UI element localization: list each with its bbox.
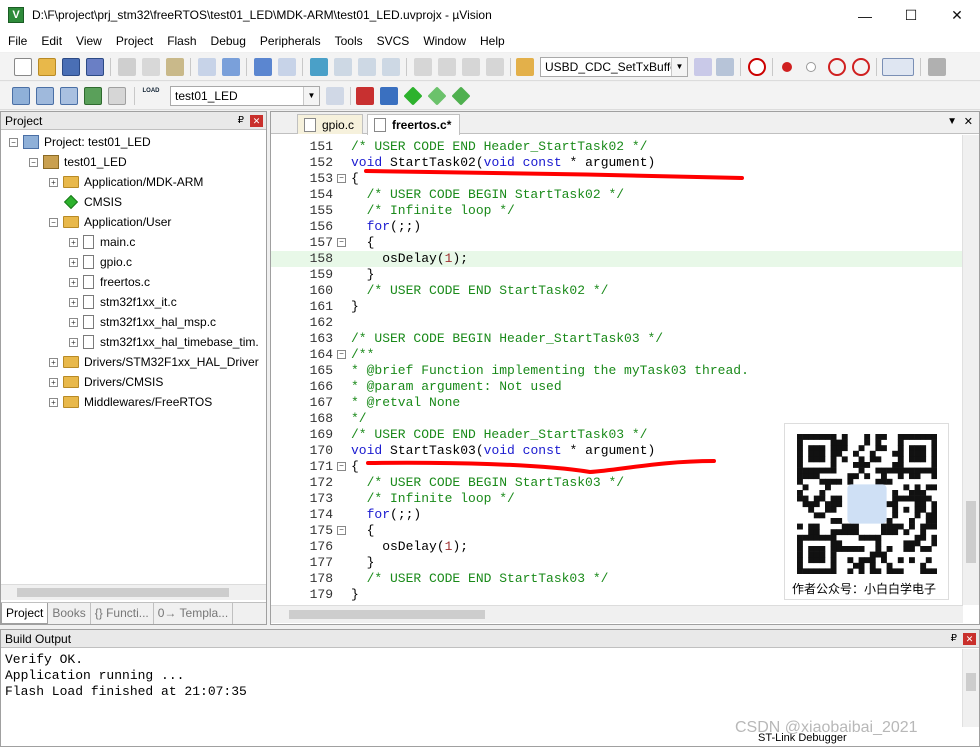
csdn-watermark: CSDN @xiaobaibai_2021 <box>735 719 918 736</box>
build-output-title: Build Output <box>5 632 72 646</box>
red-underline-2 <box>366 459 716 475</box>
pin-icon[interactable]: ₽ <box>951 630 957 648</box>
output-line: Application running ... <box>5 668 185 683</box>
build-output-header: Build Output ₽ ✕ <box>1 630 979 648</box>
output-line: Verify OK. <box>5 652 84 667</box>
qr-code-card: 作者公众号：小白白学电子 <box>784 423 949 600</box>
close-icon[interactable]: ✕ <box>963 633 976 645</box>
scroll-thumb[interactable] <box>966 673 976 691</box>
qr-code-image <box>797 434 937 574</box>
qr-caption: 作者公众号：小白白学电子 <box>792 582 937 596</box>
red-underline-1 <box>364 169 744 180</box>
output-line: Flash Load finished at 21:07:35 <box>5 684 247 699</box>
qr-avatar <box>847 484 887 524</box>
output-vscrollbar[interactable] <box>962 649 979 727</box>
